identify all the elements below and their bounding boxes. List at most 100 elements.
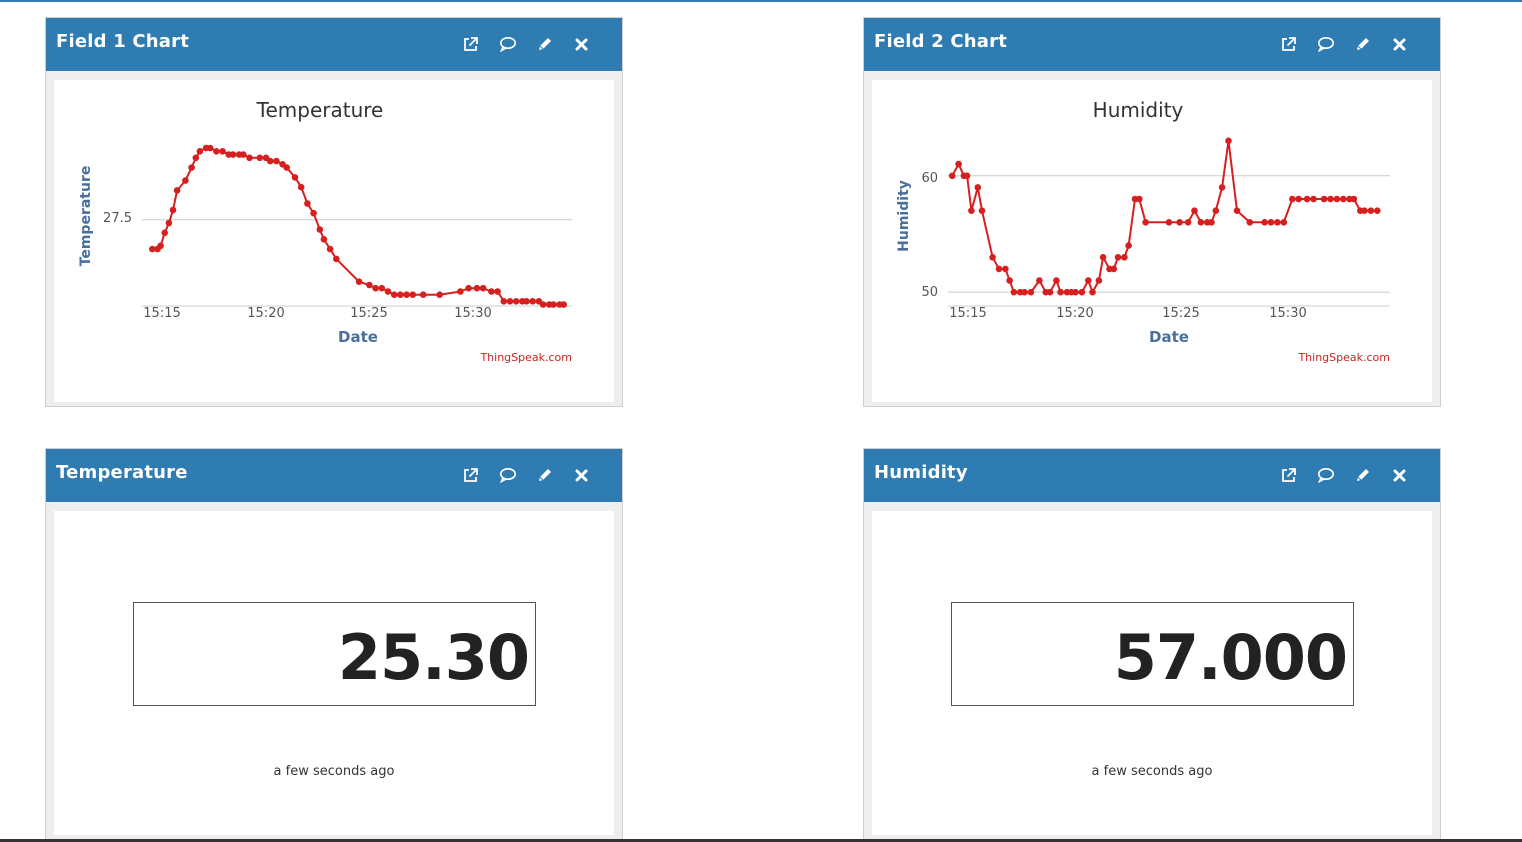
data-point[interactable] [1197,219,1205,226]
data-point[interactable] [1225,137,1232,145]
data-point[interactable] [229,151,237,158]
data-point[interactable] [310,209,317,217]
data-point[interactable] [479,284,487,292]
data-point[interactable] [304,200,311,207]
data-point[interactable] [384,288,392,295]
data-point[interactable] [1274,219,1281,226]
data-point[interactable] [409,291,417,298]
data-point[interactable] [1095,277,1103,284]
close-icon[interactable] [1381,464,1418,486]
data-point[interactable] [1046,288,1054,296]
data-point[interactable] [1002,265,1009,273]
data-point[interactable] [403,291,410,298]
data-point[interactable] [1233,207,1241,214]
data-point[interactable] [1053,277,1060,284]
data-point[interactable] [283,164,290,171]
data-point[interactable] [1374,207,1381,214]
data-point[interactable] [1125,242,1132,249]
data-point[interactable] [266,157,274,165]
data-point[interactable] [1085,277,1092,284]
data-point[interactable] [165,219,173,227]
close-icon[interactable] [563,33,600,55]
data-point[interactable] [539,301,547,308]
data-point[interactable] [550,301,557,308]
data-point[interactable] [192,154,200,162]
data-point[interactable] [1361,207,1368,214]
data-point[interactable] [1078,288,1086,296]
data-point[interactable] [1191,207,1198,214]
data-point[interactable] [500,298,508,305]
data-point[interactable] [196,148,204,155]
data-point[interactable] [968,207,975,214]
data-point[interactable] [169,206,177,214]
close-icon[interactable] [563,464,600,486]
data-point[interactable] [1006,277,1013,284]
pencil-icon[interactable] [526,464,563,486]
data-point[interactable] [1333,195,1341,203]
data-point[interactable] [1320,195,1328,203]
data-point[interactable] [256,154,264,162]
data-point[interactable] [1176,219,1183,226]
data-point[interactable] [465,284,472,292]
data-point[interactable] [273,157,280,165]
data-point[interactable] [326,245,334,253]
data-point[interactable] [366,281,373,289]
comment-icon[interactable] [489,464,526,486]
data-point[interactable] [506,298,514,305]
data-point[interactable] [240,151,247,158]
external-link-icon[interactable] [452,33,489,55]
data-point[interactable] [978,207,986,214]
data-point[interactable] [161,229,168,237]
data-point[interactable] [512,298,520,305]
data-point[interactable] [372,284,379,292]
data-point[interactable] [188,164,195,171]
data-point[interactable] [963,172,971,180]
data-point[interactable] [529,298,536,305]
data-point[interactable] [1114,254,1122,261]
data-point[interactable] [316,226,324,233]
data-point[interactable] [297,183,305,191]
data-point[interactable] [995,265,1003,273]
data-point[interactable] [291,174,299,181]
data-point[interactable] [1310,195,1317,203]
data-point[interactable] [1057,288,1064,296]
data-point[interactable] [333,255,340,263]
pencil-icon[interactable] [526,33,563,55]
pencil-icon[interactable] [1344,464,1381,486]
data-point[interactable] [1208,219,1215,226]
data-point[interactable] [1110,265,1118,273]
data-point[interactable] [419,291,427,298]
data-point[interactable] [182,177,189,184]
data-point[interactable] [560,301,567,308]
data-point[interactable] [1036,277,1043,284]
data-point[interactable] [206,144,214,152]
data-point[interactable] [1367,207,1375,214]
pencil-icon[interactable] [1344,33,1381,55]
data-point[interactable] [473,284,481,292]
data-point[interactable] [1267,219,1275,226]
comment-icon[interactable] [489,33,526,55]
data-point[interactable] [320,236,328,243]
data-point[interactable] [457,288,464,295]
data-point[interactable] [1072,288,1079,296]
external-link-icon[interactable] [1270,464,1307,486]
data-point[interactable] [390,291,398,298]
data-point[interactable] [1340,195,1347,203]
data-point[interactable] [378,284,386,292]
data-point[interactable] [948,172,956,180]
data-point[interactable] [1261,219,1268,226]
data-point[interactable] [219,148,226,155]
data-point[interactable] [523,298,530,305]
data-point[interactable] [1218,184,1226,191]
data-point[interactable] [397,291,404,298]
data-point[interactable] [1327,195,1334,203]
data-point[interactable] [1280,219,1288,226]
data-point[interactable] [355,278,363,285]
comment-icon[interactable] [1307,464,1344,486]
data-point[interactable] [974,184,982,191]
data-point[interactable] [213,148,220,155]
data-point[interactable] [1121,254,1128,261]
data-point[interactable] [989,254,996,261]
data-point[interactable] [1010,288,1018,296]
close-icon[interactable] [1381,33,1418,55]
